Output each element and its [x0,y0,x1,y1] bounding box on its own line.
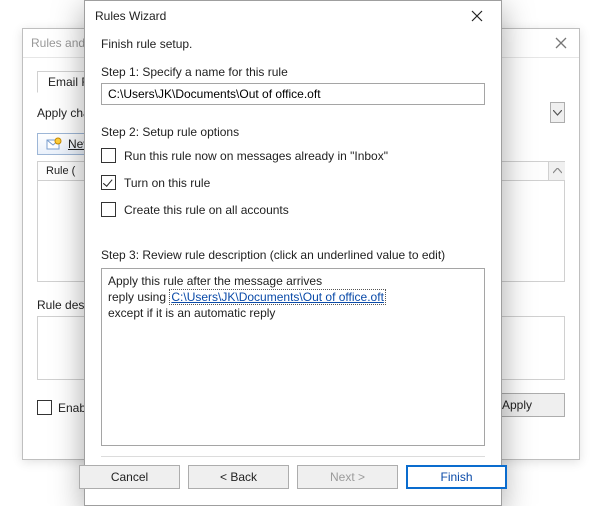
desc-line1: Apply this rule after the message arrive… [108,273,478,289]
template-path-link[interactable]: C:\Users\JK\Documents\Out of office.oft [169,289,386,305]
desc-line2: reply using C:\Users\JK\Documents\Out of… [108,289,478,305]
finish-button[interactable]: Finish [406,465,507,489]
wizard-button-row: Cancel < Back Next > Finish [101,465,485,497]
step3-label: Step 3: Review rule description (click a… [101,248,485,262]
run-now-checkbox[interactable] [101,148,116,163]
wizard-title: Rules Wizard [95,9,455,23]
separator [101,456,485,457]
wizard-titlebar: Rules Wizard [85,1,501,31]
run-now-label: Run this rule now on messages already in… [124,149,388,163]
back-button[interactable]: < Back [188,465,289,489]
wizard-body: Finish rule setup. Step 1: Specify a nam… [85,31,501,505]
all-accounts-checkbox[interactable] [101,202,116,217]
step2-label: Step 2: Setup rule options [101,125,485,139]
step1-label: Step 1: Specify a name for this rule [101,65,485,79]
rule-list-header-text: Rule ( [46,165,75,177]
rule-description-editor: Apply this rule after the message arrive… [101,268,485,446]
turn-on-checkbox[interactable] [101,175,116,190]
cancel-button[interactable]: Cancel [79,465,180,489]
scroll-up-icon[interactable] [548,162,565,180]
all-accounts-label: Create this rule on all accounts [124,203,289,217]
close-button[interactable] [455,2,499,30]
wizard-heading: Finish rule setup. [101,37,485,51]
rule-name-input[interactable] [101,83,485,105]
enable-rules-checkbox[interactable] [37,400,52,415]
folder-dropdown[interactable] [550,102,565,123]
desc-line3: except if it is an automatic reply [108,305,478,321]
desc-line2-prefix: reply using [108,290,169,304]
apply-changes-label: Apply cha [37,106,90,120]
close-icon [471,10,483,22]
turn-on-label: Turn on this rule [124,176,210,190]
next-button: Next > [297,465,398,489]
rule-icon [46,137,62,151]
rules-wizard-dialog: Rules Wizard Finish rule setup. Step 1: … [84,0,502,506]
bg-close-button[interactable] [551,33,571,53]
